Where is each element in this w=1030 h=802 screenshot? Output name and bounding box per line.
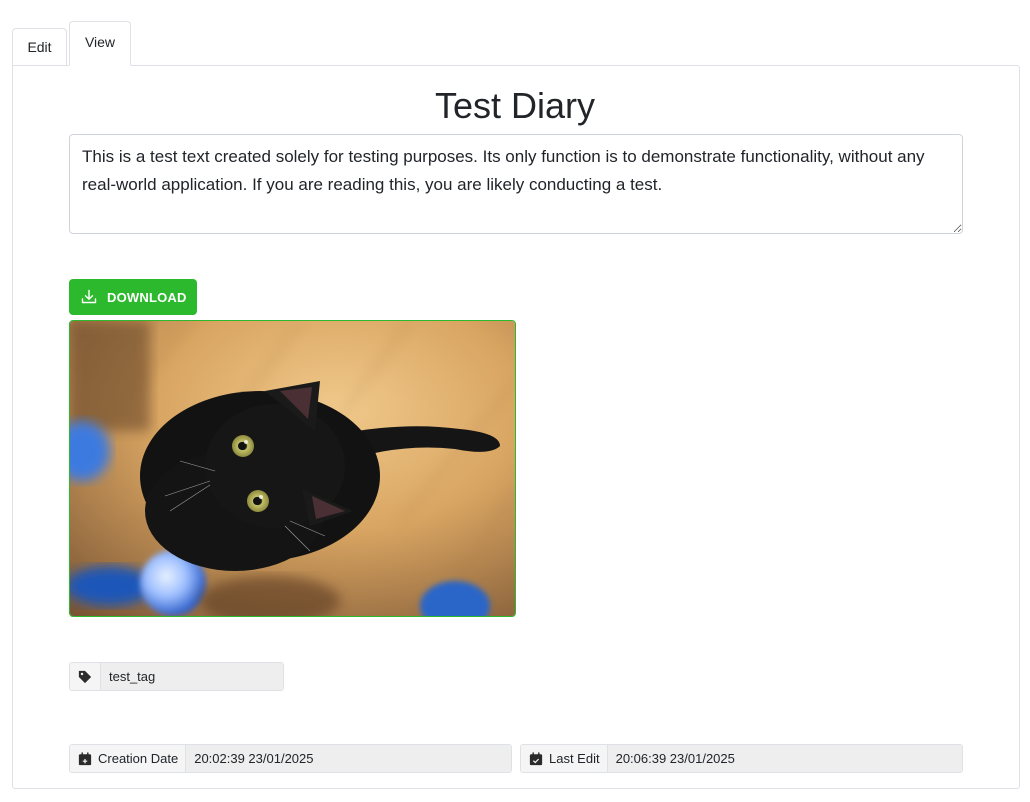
tab-view[interactable]: View xyxy=(69,21,131,66)
last-edit-value[interactable]: 20:06:39 23/01/2025 xyxy=(607,745,962,772)
calendar-plus-icon xyxy=(78,751,92,765)
creation-date-field: Creation Date 20:02:39 23/01/2025 xyxy=(69,744,512,773)
cat-photo xyxy=(70,321,515,616)
download-button[interactable]: DOWNLOAD xyxy=(69,279,197,315)
tab-bar: Edit View xyxy=(12,21,133,66)
download-label: DOWNLOAD xyxy=(107,289,187,305)
diary-image xyxy=(69,320,516,617)
diary-text-area[interactable] xyxy=(69,134,963,234)
creation-date-addon: Creation Date xyxy=(70,745,187,772)
tag-value[interactable]: test_tag xyxy=(101,663,283,690)
creation-date-label: Creation Date xyxy=(98,751,179,766)
tag-field-group: test_tag xyxy=(69,662,284,691)
download-icon xyxy=(81,289,97,304)
last-edit-field: Last Edit 20:06:39 23/01/2025 xyxy=(520,744,963,773)
last-edit-label: Last Edit xyxy=(549,751,600,766)
creation-date-value[interactable]: 20:02:39 23/01/2025 xyxy=(186,745,511,772)
page-title: Test Diary xyxy=(434,85,596,126)
tag-addon xyxy=(70,663,101,690)
tab-edit[interactable]: Edit xyxy=(12,28,67,66)
last-edit-addon: Last Edit xyxy=(521,745,608,772)
calendar-check-icon xyxy=(529,751,543,765)
tag-icon xyxy=(78,670,92,683)
